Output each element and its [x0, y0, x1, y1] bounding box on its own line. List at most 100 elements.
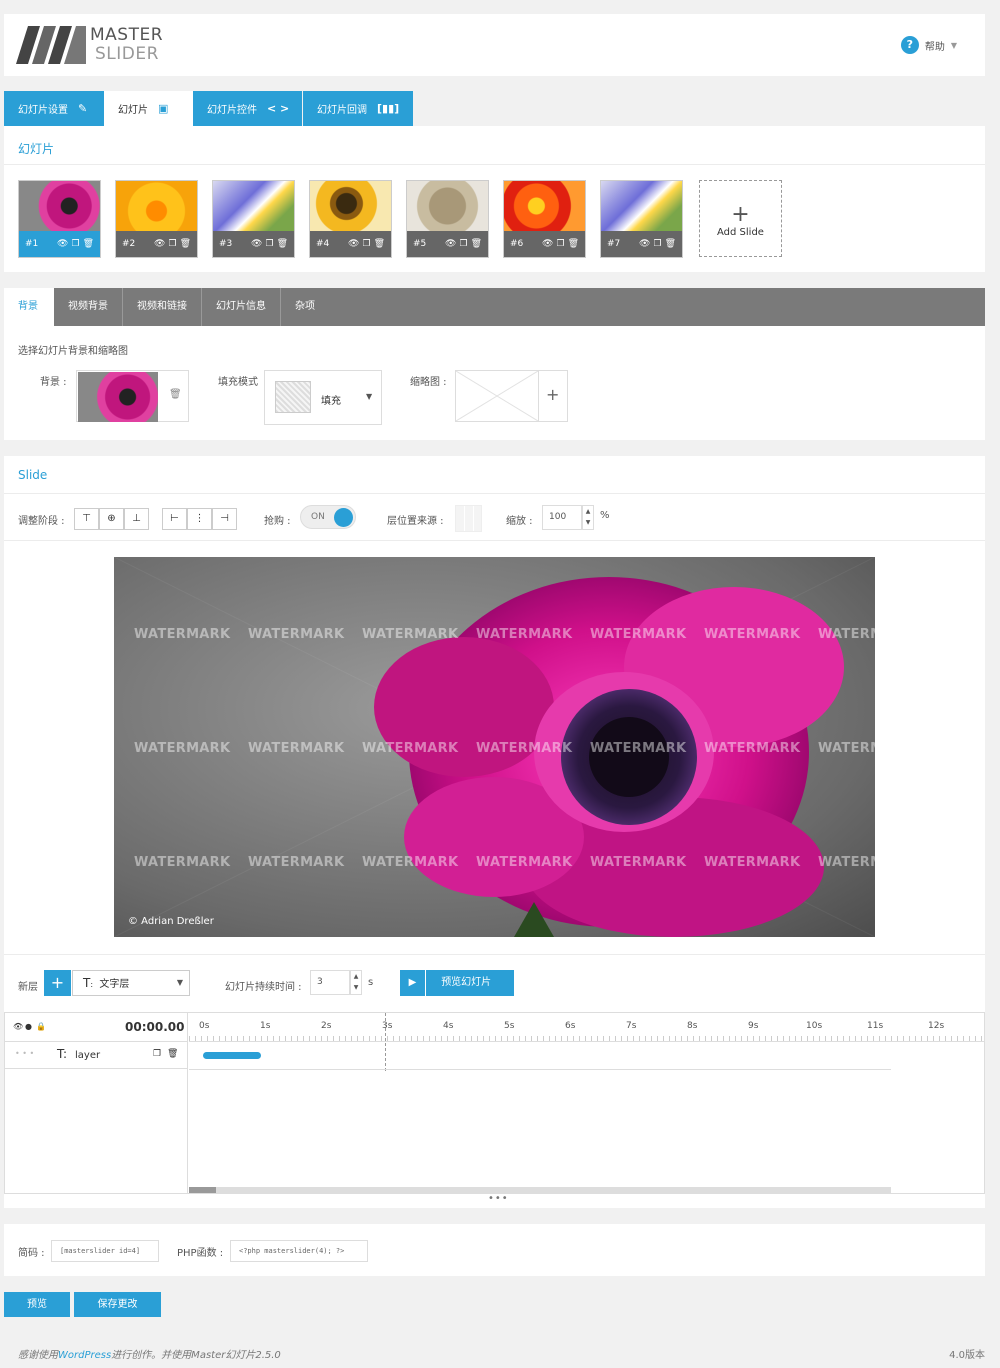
eye-icon[interactable]: 👁	[639, 239, 650, 249]
zoom-stepper[interactable]: ▲ ▼	[582, 505, 594, 530]
duration-input[interactable]: 3 ▲ ▼	[310, 970, 362, 995]
duplicate-icon[interactable]: ❐	[653, 239, 661, 249]
align-left-icon[interactable]: ⊢	[162, 508, 187, 530]
shortcode-field[interactable]: [masterslider id=4]	[51, 1240, 159, 1262]
timeline-header: 👁 ● 🔒 00:00.00	[5, 1013, 188, 1042]
duration-stepper[interactable]: ▲ ▼	[350, 970, 362, 995]
fill-mode-swatch	[275, 381, 311, 413]
tab-misc[interactable]: 杂项	[281, 288, 329, 326]
help-button[interactable]: ? 帮助 ▼	[900, 36, 957, 54]
layer-type-select[interactable]: T: 文字层 ▼	[72, 970, 190, 996]
trash-icon[interactable]: 🗑	[471, 239, 482, 249]
trash-icon[interactable]: 🗑	[169, 389, 182, 400]
tab-slider-callbacks[interactable]: 幻灯片回调 [▮▮]	[303, 91, 413, 126]
zoom-input[interactable]: 100 ▲ ▼	[542, 505, 594, 530]
eye-icon[interactable]: 👁	[348, 239, 359, 249]
align-center-icon[interactable]: ⋮	[187, 508, 212, 530]
eye-icon[interactable]: 👁	[13, 1022, 23, 1031]
duplicate-icon[interactable]: ❐	[153, 1049, 161, 1059]
trash-icon[interactable]: 🗑	[374, 239, 385, 249]
layer-timeline-bar[interactable]	[203, 1052, 261, 1059]
slide-thumb-1[interactable]: #1 👁 ❐ 🗑	[18, 180, 101, 258]
watermark: WATERMARK	[704, 741, 801, 756]
scrollbar-thumb[interactable]	[189, 1187, 216, 1193]
trash-icon[interactable]: 🗑	[83, 239, 94, 249]
align-right-icon[interactable]: ⊣	[212, 508, 237, 530]
logo-text: MASTER SLIDER	[90, 26, 163, 64]
tab-slide-info[interactable]: 幻灯片信息	[202, 288, 281, 326]
background-image-picker[interactable]: 🗑	[76, 370, 189, 422]
eye-icon[interactable]: 👁	[57, 239, 68, 249]
duplicate-icon[interactable]: ❐	[71, 239, 79, 249]
add-slide-button[interactable]: + Add Slide	[699, 180, 782, 257]
align-middle-icon[interactable]: ⊕	[99, 508, 124, 530]
lock-icon[interactable]: 🔒	[36, 1022, 46, 1031]
slide-image	[407, 181, 488, 231]
align-top-icon[interactable]: ⊤	[74, 508, 99, 530]
play-icon: ▶	[400, 970, 426, 996]
watermark: WATERMARK	[248, 741, 345, 756]
slide-image	[213, 181, 294, 231]
add-layer-button[interactable]: +	[44, 970, 71, 996]
layer-origin-grid[interactable]	[455, 505, 482, 532]
php-function-field[interactable]: <?php masterslider(4); ?>	[230, 1240, 368, 1262]
align-bottom-icon[interactable]: ⊥	[124, 508, 149, 530]
tab-video-background[interactable]: 视频背景	[54, 288, 123, 326]
duplicate-icon[interactable]: ❐	[265, 239, 273, 249]
layer-source-label: 层位置来源 :	[387, 516, 444, 527]
timeline-layer-row[interactable]: • • • T: layer ❐ 🗑	[5, 1043, 188, 1069]
chevron-down-icon: ▼	[176, 978, 183, 987]
slide-thumb-6[interactable]: #6 👁 ❐ 🗑	[503, 180, 586, 258]
trash-icon[interactable]: 🗑	[180, 239, 191, 249]
thumbnail-label: 缩略图 :	[410, 377, 447, 388]
circle-icon[interactable]: ●	[25, 1022, 32, 1031]
trash-icon[interactable]: 🗑	[568, 239, 579, 249]
fill-mode-select[interactable]: 填充 ▼	[264, 370, 382, 425]
eye-icon[interactable]: 👁	[445, 239, 456, 249]
watermark: WATERMARK	[362, 627, 459, 642]
duration-marker[interactable]	[385, 1013, 386, 1071]
slide-stage[interactable]: WATERMARK WATERMARK WATERMARK WATERMARK …	[114, 557, 875, 937]
trash-icon[interactable]: 🗑	[277, 239, 288, 249]
slides-panel: 幻灯片 #1 👁 ❐ 🗑 #2 👁 ❐ 🗑 #3 👁 ❐ 🗑 #4 👁 ❐ 🗑 #5	[4, 126, 985, 272]
slide-thumb-2[interactable]: #2 👁 ❐ 🗑	[115, 180, 198, 258]
plus-icon: +	[731, 202, 750, 227]
eye-icon[interactable]: 👁	[251, 239, 262, 249]
plus-icon[interactable]: +	[546, 385, 559, 404]
tab-slider-controls[interactable]: 幻灯片控件 < >	[193, 91, 302, 126]
fill-mode-label: 填充模式	[218, 377, 258, 388]
resize-handle-icon[interactable]: •••	[488, 1193, 509, 1204]
duration-unit: s	[368, 977, 374, 988]
slide-thumb-7[interactable]: #7 👁 ❐ 🗑	[600, 180, 683, 258]
slide-bar: #7 👁 ❐ 🗑	[601, 231, 682, 257]
duplicate-icon[interactable]: ❐	[168, 239, 176, 249]
duplicate-icon[interactable]: ❐	[459, 239, 467, 249]
watermark: WATERMARK	[818, 855, 875, 870]
eye-icon[interactable]: 👁	[542, 239, 553, 249]
trash-icon[interactable]: 🗑	[665, 239, 676, 249]
save-button[interactable]: 保存更改	[74, 1292, 161, 1317]
slide-image	[310, 181, 391, 231]
background-preview-image	[78, 372, 158, 422]
duplicate-icon[interactable]: ❐	[556, 239, 564, 249]
tab-slides[interactable]: 幻灯片 ▣	[104, 91, 193, 126]
slide-thumb-5[interactable]: #5 👁 ❐ 🗑	[406, 180, 489, 258]
slide-thumb-4[interactable]: #4 👁 ❐ 🗑	[309, 180, 392, 258]
tab-slider-settings[interactable]: 幻灯片设置 ✎	[4, 91, 104, 126]
preview-slide-button[interactable]: ▶ 预览幻灯片	[400, 970, 514, 996]
slides-icon: ▣	[158, 102, 169, 115]
tab-video-link[interactable]: 视频和链接	[123, 288, 202, 326]
trash-icon[interactable]: 🗑	[167, 1049, 178, 1059]
slide-thumb-3[interactable]: #3 👁 ❐ 🗑	[212, 180, 295, 258]
layer-type-value: 文字层	[99, 979, 130, 990]
snap-toggle[interactable]: ON	[300, 505, 356, 529]
timeline-ruler[interactable]: 0s 1s 2s 3s 4s 5s 6s 7s 8s 9s 10s 11s 12…	[189, 1013, 985, 1042]
preview-button[interactable]: 预览	[4, 1292, 70, 1317]
wordpress-link[interactable]: WordPress	[58, 1350, 111, 1361]
tab-background[interactable]: 背景	[4, 288, 54, 326]
eye-icon[interactable]: 👁	[154, 239, 165, 249]
duplicate-icon[interactable]: ❐	[362, 239, 370, 249]
background-label: 背景 :	[40, 377, 67, 388]
horizontal-scrollbar[interactable]	[189, 1187, 891, 1193]
thumbnail-picker[interactable]: +	[455, 370, 568, 422]
